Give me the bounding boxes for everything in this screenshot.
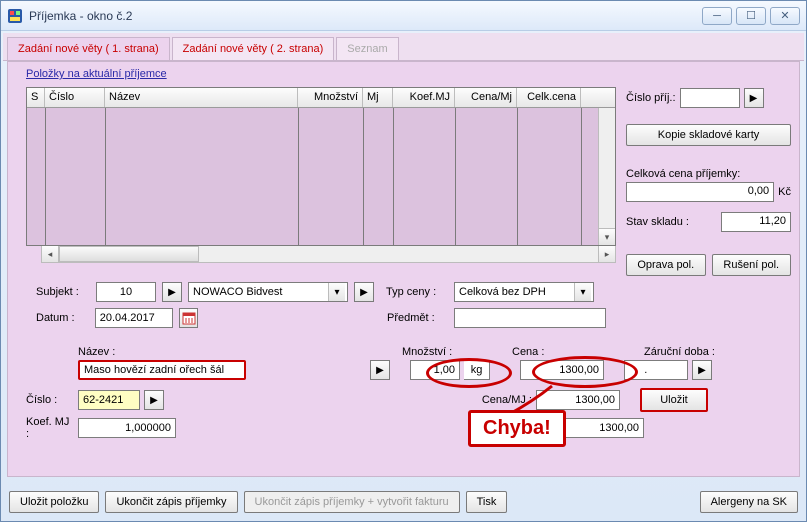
zarucni-go-button[interactable]: ▶ — [692, 360, 712, 380]
alergeny-button[interactable]: Alergeny na SK — [700, 491, 798, 513]
titlebar: Příjemka - okno č.2 ─ ☐ ✕ — [1, 1, 806, 31]
oprava-pol-button[interactable]: Oprava pol. — [626, 254, 706, 276]
col-cenamj[interactable]: Cena/Mj — [455, 88, 517, 107]
subjekt-label: Subjekt : — [36, 286, 90, 298]
col-celkcena[interactable]: Celk.cena — [517, 88, 581, 107]
subjekt-code-input[interactable] — [96, 282, 156, 302]
app-window: Příjemka - okno č.2 ─ ☐ ✕ Zadání nové vě… — [0, 0, 807, 522]
ukoncit-faktura-button: Ukončit zápis příjemky + vytvořit faktur… — [244, 491, 460, 513]
nazev-go-button[interactable]: ▶ — [370, 360, 390, 380]
col-koefmj[interactable]: Koef.MJ — [393, 88, 455, 107]
tab-page2[interactable]: Zadání nové věty ( 2. strana) — [172, 37, 335, 60]
tab-page1[interactable]: Zadání nové věty ( 1. strana) — [7, 37, 170, 60]
nazev-label: Název : — [78, 346, 318, 358]
app-icon — [7, 8, 23, 24]
datum-input[interactable] — [95, 308, 173, 328]
tab-seznam: Seznam — [336, 37, 398, 60]
col-s[interactable]: S — [27, 88, 45, 107]
hscroll-thumb[interactable] — [59, 246, 199, 262]
scroll-down-icon[interactable]: ▾ — [599, 228, 615, 245]
bottom-bar: Uložit položku Ukončit zápis příjemky Uk… — [9, 491, 798, 513]
stav-skladu-value: 11,20 — [721, 212, 791, 232]
currency-label: Kč — [778, 186, 791, 198]
kopie-skladove-karty-button[interactable]: Kopie skladové karty — [626, 124, 791, 146]
subjekt-name-dropdown[interactable]: NOWACO Bidvest — [188, 282, 348, 302]
mnozstvi-label: Množství : — [402, 346, 512, 358]
grid-header: S Číslo Název Množství Mj Koef.MJ Cena/M… — [27, 88, 615, 108]
typ-ceny-label: Typ ceny : — [386, 286, 448, 298]
main-panel: Položky na aktuální příjemce S Číslo Náz… — [7, 61, 800, 477]
scroll-left-icon[interactable]: ◂ — [42, 246, 59, 262]
col-cislo[interactable]: Číslo — [45, 88, 105, 107]
ulozit-polozku-button[interactable]: Uložit položku — [9, 491, 99, 513]
items-grid: S Číslo Název Množství Mj Koef.MJ Cena/M… — [26, 87, 616, 263]
mj-input[interactable] — [464, 360, 490, 380]
cenamj-input[interactable] — [536, 390, 620, 410]
cislo-go-button[interactable]: ▶ — [144, 390, 164, 410]
scroll-right-icon[interactable]: ▸ — [598, 246, 615, 262]
mid-form: Subjekt : ▶ NOWACO Bidvest ▶ Typ ceny : … — [36, 282, 606, 334]
koefmj-label: Koef. MJ : — [26, 416, 74, 440]
lower-form: Název : Množství : Cena : Záruční doba :… — [26, 346, 789, 440]
col-mnozstvi[interactable]: Množství — [298, 88, 363, 107]
c-input[interactable] — [560, 418, 644, 438]
grid-body[interactable] — [27, 108, 615, 245]
cislo-input[interactable] — [78, 390, 140, 410]
zarucni-label: Záruční doba : — [644, 346, 715, 358]
cislo-label: Číslo : — [26, 394, 74, 406]
c-label: C — [492, 422, 512, 434]
typ-ceny-dropdown[interactable]: Celková bez DPH — [454, 282, 594, 302]
datum-label: Datum : — [36, 312, 89, 324]
grid-vscrollbar[interactable]: ▴ ▾ — [598, 88, 615, 245]
cislo-prij-label: Číslo příj.: — [626, 92, 676, 104]
col-nazev[interactable]: Název — [105, 88, 298, 107]
grid-hscrollbar[interactable]: ◂ ▸ — [41, 246, 616, 263]
cena-label: Cena : — [512, 346, 644, 358]
ukoncit-zapis-button[interactable]: Ukončit zápis příjemky — [105, 491, 237, 513]
predmet-label: Předmět : — [387, 312, 448, 324]
predmet-input[interactable] — [454, 308, 607, 328]
maximize-button[interactable]: ☐ — [736, 7, 766, 25]
calendar-icon[interactable] — [179, 308, 199, 328]
grid-caption: Položky na aktuální příjemce — [26, 68, 167, 80]
tisk-button[interactable]: Tisk — [466, 491, 508, 513]
cislo-prij-go-button[interactable]: ▶ — [744, 88, 764, 108]
ulozit-button[interactable]: Uložit — [640, 388, 708, 412]
cislo-prij-input[interactable] — [680, 88, 740, 108]
tabs: Zadání nové věty ( 1. strana) Zadání nov… — [3, 33, 804, 61]
celkova-cena-label: Celková cena příjemky: — [626, 168, 791, 180]
zarucni-input[interactable] — [624, 360, 688, 380]
window-title: Příjemka - okno č.2 — [29, 9, 702, 23]
subjekt-go-button[interactable]: ▶ — [162, 282, 182, 302]
stav-skladu-label: Stav skladu : — [626, 216, 717, 228]
close-button[interactable]: ✕ — [770, 7, 800, 25]
koefmj-input[interactable] — [78, 418, 176, 438]
col-mj[interactable]: Mj — [363, 88, 393, 107]
celkova-cena-value: 0,00 — [626, 182, 774, 202]
subjekt-go2-button[interactable]: ▶ — [354, 282, 374, 302]
cena-input[interactable] — [520, 360, 604, 380]
minimize-button[interactable]: ─ — [702, 7, 732, 25]
right-column: Číslo příj.: ▶ Kopie skladové karty Celk… — [626, 88, 791, 276]
ruseni-pol-button[interactable]: Rušení pol. — [712, 254, 792, 276]
mnozstvi-input[interactable] — [410, 360, 460, 380]
nazev-input[interactable] — [78, 360, 246, 380]
cenamj-label: Cena/MJ : — [472, 394, 532, 406]
